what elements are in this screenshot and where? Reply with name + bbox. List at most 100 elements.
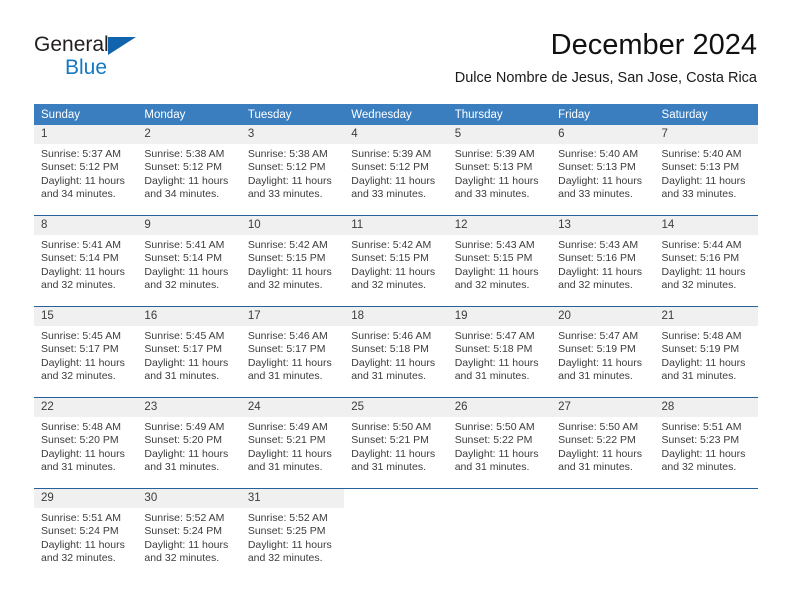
weekday-header-thursday: Thursday	[447, 104, 552, 125]
daylight-text-line1: Daylight: 11 hours	[558, 447, 642, 460]
weekday-header-wednesday: Wednesday	[344, 104, 448, 125]
day-number: 10	[240, 216, 345, 235]
daylight-text-line2: and 33 minutes.	[454, 188, 530, 201]
daylight-text-line2: and 31 minutes.	[558, 370, 633, 383]
daylight-text-line1: Daylight: 11 hours	[661, 356, 746, 369]
week-row: 8 Sunrise: 5:41 AM Sunset: 5:14 PM Daylight…	[34, 215, 758, 307]
daylight-text-line1: Daylight: 11 hours	[144, 265, 229, 278]
day-cell[interactable]: 17 Sunrise: 5:46 AM Sunset: 5:17 PM Dayligh…	[240, 306, 345, 398]
daylight-text-line2: and 31 minutes.	[247, 461, 323, 474]
daylight-text-line1: Daylight: 11 hours	[351, 447, 436, 460]
sunset-text: Sunset: 5:14 PM	[144, 252, 223, 265]
weekday-header-friday: Friday	[551, 104, 655, 125]
day-number: 3	[240, 125, 345, 144]
day-number: 13	[551, 216, 655, 235]
day-cell[interactable]: 18 Sunrise: 5:46 AM Sunset: 5:18 PM Dayligh…	[344, 306, 448, 398]
day-cell[interactable]: 20 Sunrise: 5:47 AM Sunset: 5:19 PM Dayligh…	[551, 306, 655, 398]
day-cell[interactable]: 1 Sunrise: 5:37 AM Sunset: 5:12 PM Daylight…	[34, 125, 138, 216]
sunset-text: Sunset: 5:16 PM	[661, 252, 740, 265]
day-info: Sunrise: 5:49 AM Sunset: 5:21 PM Daylight:…	[241, 417, 344, 475]
day-cell[interactable]: 11 Sunrise: 5:42 AM Sunset: 5:15 PM Dayligh…	[344, 215, 448, 307]
day-cell[interactable]: 30 Sunrise: 5:52 AM Sunset: 5:24 PM Dayligh…	[137, 488, 241, 579]
title-block: December 2024 Dulce Nombre de Jesus, San…	[455, 28, 757, 87]
sunset-text: Sunset: 5:13 PM	[454, 161, 533, 174]
day-cell[interactable]: 6 Sunrise: 5:40 AM Sunset: 5:13 PM Daylight…	[551, 125, 655, 216]
day-cell[interactable]: 4 Sunrise: 5:39 AM Sunset: 5:12 PM Daylight…	[344, 125, 448, 216]
day-cell[interactable]: 26 Sunrise: 5:50 AM Sunset: 5:22 PM Dayligh…	[447, 397, 552, 489]
day-cell[interactable]: 27 Sunrise: 5:50 AM Sunset: 5:22 PM Dayligh…	[551, 397, 655, 489]
sunset-text: Sunset: 5:13 PM	[558, 161, 636, 174]
daylight-text-line1: Daylight: 11 hours	[247, 447, 332, 460]
day-info: Sunrise: 5:48 AM Sunset: 5:20 PM Daylight:…	[34, 417, 137, 475]
day-cell[interactable]: 22 Sunrise: 5:48 AM Sunset: 5:20 PM Dayligh…	[34, 397, 138, 489]
sunrise-text: Sunrise: 5:51 AM	[661, 421, 742, 433]
day-cell-empty	[344, 488, 448, 579]
day-number	[448, 489, 551, 508]
daylight-text-line1: Daylight: 11 hours	[144, 447, 229, 460]
sunset-text: Sunset: 5:20 PM	[41, 434, 119, 447]
day-cell[interactable]: 15 Sunrise: 5:45 AM Sunset: 5:17 PM Dayligh…	[34, 306, 138, 398]
week-row: 22 Sunrise: 5:48 AM Sunset: 5:20 PM Dayligh…	[34, 397, 758, 489]
day-cell[interactable]: 8 Sunrise: 5:41 AM Sunset: 5:14 PM Daylight…	[34, 215, 138, 307]
day-cell[interactable]: 13 Sunrise: 5:43 AM Sunset: 5:16 PM Dayligh…	[551, 215, 655, 307]
day-cell[interactable]: 14 Sunrise: 5:44 AM Sunset: 5:16 PM Dayligh…	[654, 215, 758, 307]
daylight-text-line2: and 32 minutes.	[144, 552, 220, 565]
sunset-text: Sunset: 5:24 PM	[144, 525, 223, 538]
day-cell[interactable]: 23 Sunrise: 5:49 AM Sunset: 5:20 PM Dayligh…	[137, 397, 241, 489]
sunset-text: Sunset: 5:17 PM	[144, 343, 223, 356]
day-number: 7	[654, 125, 758, 144]
day-cell[interactable]: 24 Sunrise: 5:49 AM Sunset: 5:21 PM Dayligh…	[240, 397, 345, 489]
daylight-text-line1: Daylight: 11 hours	[454, 447, 539, 460]
day-number: 1	[34, 125, 138, 144]
day-cell[interactable]: 19 Sunrise: 5:47 AM Sunset: 5:18 PM Dayligh…	[447, 306, 552, 398]
day-cell[interactable]: 29 Sunrise: 5:51 AM Sunset: 5:24 PM Dayligh…	[34, 488, 138, 579]
sunrise-text: Sunrise: 5:49 AM	[247, 421, 328, 433]
week-row: 15 Sunrise: 5:45 AM Sunset: 5:17 PM Dayligh…	[34, 306, 758, 398]
daylight-text-line1: Daylight: 11 hours	[247, 538, 332, 551]
day-cell[interactable]: 12 Sunrise: 5:43 AM Sunset: 5:15 PM Dayligh…	[447, 215, 552, 307]
daylight-text-line1: Daylight: 11 hours	[454, 265, 539, 278]
sunset-text: Sunset: 5:22 PM	[454, 434, 533, 447]
sunset-text: Sunset: 5:13 PM	[661, 161, 740, 174]
daylight-text-line2: and 31 minutes.	[558, 461, 633, 474]
daylight-text-line2: and 33 minutes.	[558, 188, 633, 201]
day-number: 29	[34, 489, 138, 508]
daylight-text-line1: Daylight: 11 hours	[661, 447, 746, 460]
day-info: Sunrise: 5:47 AM Sunset: 5:18 PM Daylight:…	[448, 326, 551, 384]
day-number: 23	[137, 398, 241, 417]
day-cell[interactable]: 3 Sunrise: 5:38 AM Sunset: 5:12 PM Daylight…	[240, 125, 345, 216]
sunrise-text: Sunrise: 5:48 AM	[661, 330, 742, 342]
sunset-text: Sunset: 5:21 PM	[247, 434, 326, 447]
day-number: 6	[551, 125, 655, 144]
daylight-text-line2: and 31 minutes.	[144, 370, 220, 383]
day-cell[interactable]: 16 Sunrise: 5:45 AM Sunset: 5:17 PM Dayligh…	[137, 306, 241, 398]
sunset-text: Sunset: 5:21 PM	[351, 434, 429, 447]
day-cell[interactable]: 5 Sunrise: 5:39 AM Sunset: 5:13 PM Daylight…	[447, 125, 552, 216]
day-info: Sunrise: 5:40 AM Sunset: 5:13 PM Daylight:…	[655, 144, 758, 202]
day-cell[interactable]: 10 Sunrise: 5:42 AM Sunset: 5:15 PM Dayligh…	[240, 215, 345, 307]
day-cell[interactable]: 2 Sunrise: 5:38 AM Sunset: 5:12 PM Daylight…	[137, 125, 241, 216]
sunrise-text: Sunrise: 5:40 AM	[661, 148, 742, 160]
day-cell[interactable]: 25 Sunrise: 5:50 AM Sunset: 5:21 PM Dayligh…	[344, 397, 448, 489]
daylight-text-line1: Daylight: 11 hours	[144, 356, 229, 369]
daylight-text-line1: Daylight: 11 hours	[41, 174, 125, 187]
sunset-text: Sunset: 5:15 PM	[247, 252, 326, 265]
sunrise-text: Sunrise: 5:44 AM	[661, 239, 742, 251]
day-cell-empty	[654, 488, 758, 579]
sunrise-text: Sunrise: 5:37 AM	[41, 148, 121, 160]
daylight-text-line2: and 32 minutes.	[247, 279, 323, 292]
day-cell[interactable]: 28 Sunrise: 5:51 AM Sunset: 5:23 PM Dayligh…	[654, 397, 758, 489]
day-number: 4	[344, 125, 448, 144]
daylight-text-line1: Daylight: 11 hours	[144, 538, 229, 551]
sunset-text: Sunset: 5:12 PM	[41, 161, 119, 174]
sunset-text: Sunset: 5:15 PM	[454, 252, 533, 265]
sunrise-text: Sunrise: 5:41 AM	[41, 239, 121, 251]
day-cell[interactable]: 21 Sunrise: 5:48 AM Sunset: 5:19 PM Dayligh…	[654, 306, 758, 398]
sunset-text: Sunset: 5:22 PM	[558, 434, 636, 447]
day-cell[interactable]: 7 Sunrise: 5:40 AM Sunset: 5:13 PM Daylight…	[654, 125, 758, 216]
sunset-text: Sunset: 5:14 PM	[41, 252, 119, 265]
day-cell[interactable]: 9 Sunrise: 5:41 AM Sunset: 5:14 PM Daylight…	[137, 215, 241, 307]
day-cell[interactable]: 31 Sunrise: 5:52 AM Sunset: 5:25 PM Dayligh…	[240, 488, 345, 579]
day-number: 27	[551, 398, 655, 417]
generalblue-logo[interactable]: General Blue	[34, 34, 214, 86]
